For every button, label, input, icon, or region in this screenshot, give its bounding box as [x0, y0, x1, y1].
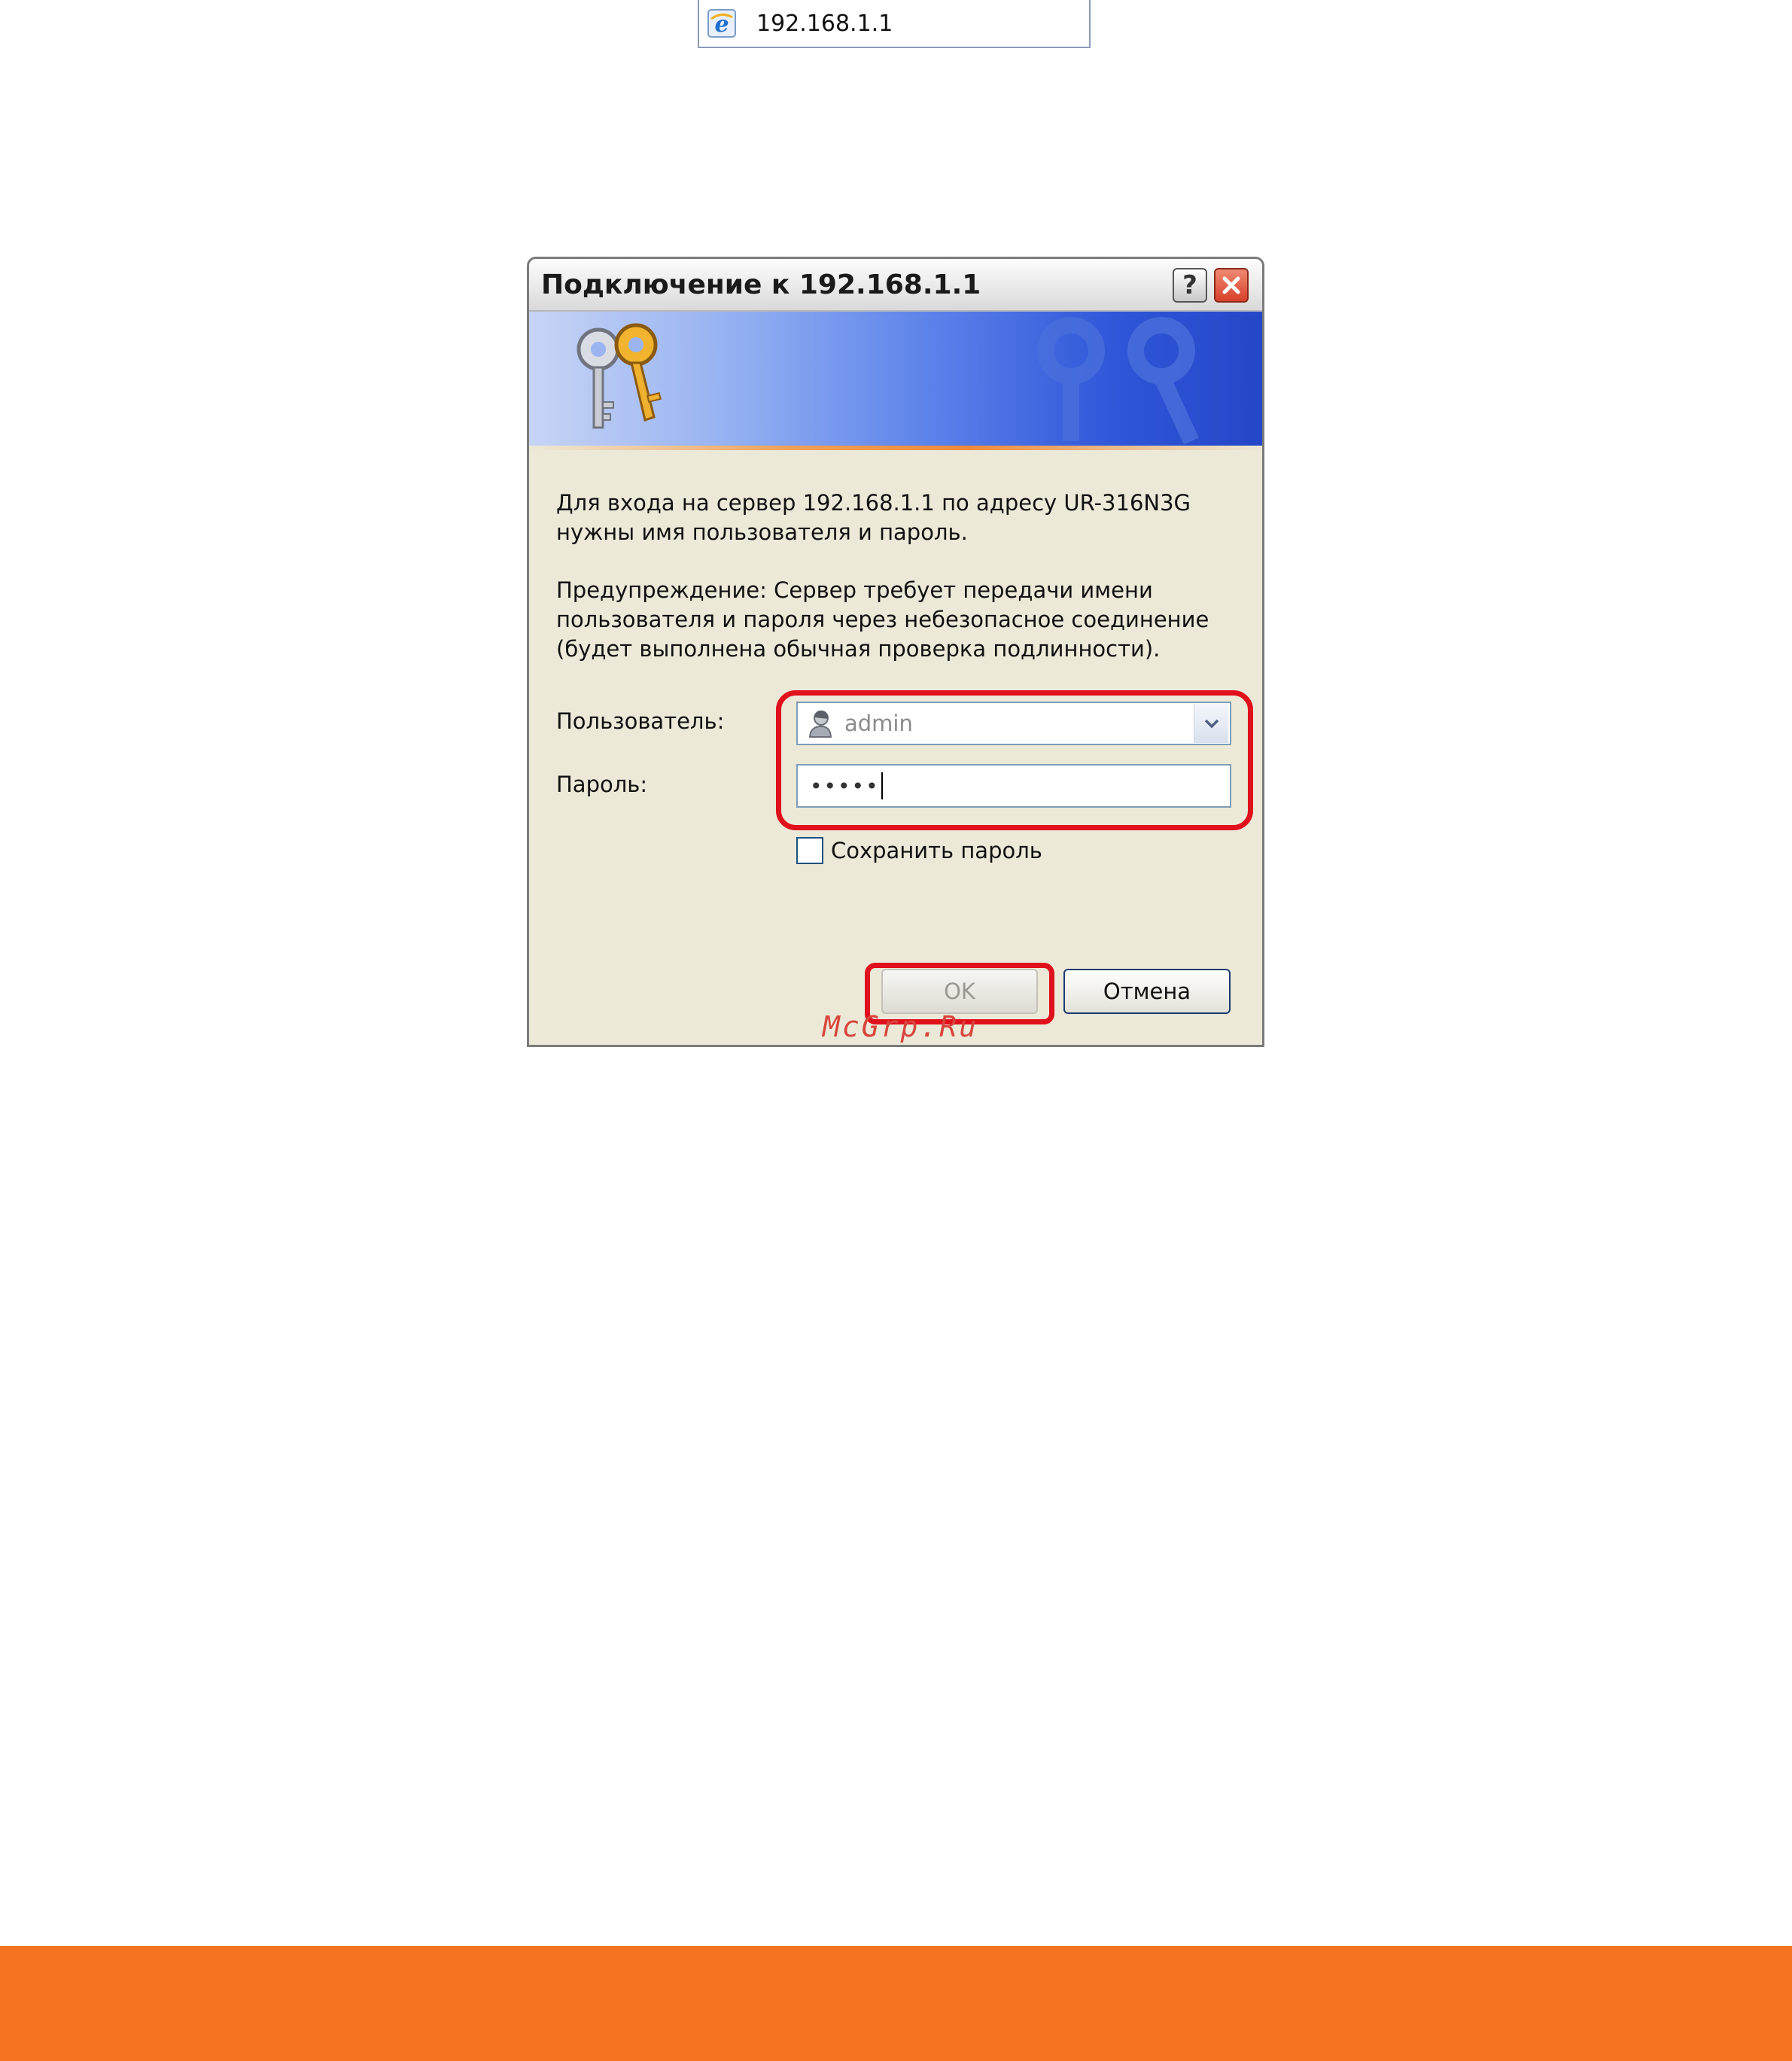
password-value[interactable]: •••••: [810, 774, 880, 799]
save-password-checkbox[interactable]: [796, 837, 823, 864]
keys-icon: [577, 323, 662, 429]
internet-explorer-icon: e: [705, 7, 738, 40]
dialog-message-area: Для входа на сервер 192.168.1.1 по адрес…: [556, 489, 1234, 693]
password-label: Пароль:: [556, 772, 648, 797]
close-button[interactable]: [1214, 268, 1249, 303]
save-password-label[interactable]: Сохранить пароль: [831, 838, 1042, 863]
user-label: Пользователь:: [556, 708, 725, 734]
banner-watermark-keys: [1037, 317, 1199, 445]
ok-button[interactable]: OK: [881, 969, 1038, 1014]
save-password-row[interactable]: Сохранить пароль: [796, 837, 1042, 864]
text-caret: [881, 772, 883, 799]
help-button[interactable]: ?: [1173, 268, 1207, 303]
username-value[interactable]: admin: [844, 711, 1194, 736]
chevron-down-icon: [1204, 719, 1218, 729]
help-icon: ?: [1182, 270, 1197, 300]
user-icon: [807, 708, 834, 738]
dialog-banner: [529, 312, 1262, 447]
address-url[interactable]: 192.168.1.1: [756, 11, 893, 37]
security-warning: Предупреждение: Сервер требует передачи …: [556, 577, 1209, 662]
site-watermark: McGrp.Ru: [823, 1010, 979, 1043]
password-input[interactable]: •••••: [796, 764, 1231, 808]
banner-divider: [529, 446, 1262, 450]
username-combobox[interactable]: admin: [796, 702, 1231, 745]
cancel-button[interactable]: Отмена: [1063, 969, 1231, 1014]
server-message: Для входа на сервер 192.168.1.1 по адрес…: [556, 490, 1191, 545]
footer-bar: [0, 1946, 1792, 2061]
dialog-titlebar[interactable]: Подключение к 192.168.1.1 ?: [529, 259, 1262, 312]
login-dialog: Подключение к 192.168.1.1 ? Для входа на…: [527, 257, 1264, 1047]
dropdown-toggle[interactable]: [1194, 704, 1228, 743]
dialog-title: Подключение к 192.168.1.1: [541, 269, 981, 300]
address-bar[interactable]: e 192.168.1.1: [698, 0, 1091, 48]
close-icon: [1222, 276, 1240, 294]
